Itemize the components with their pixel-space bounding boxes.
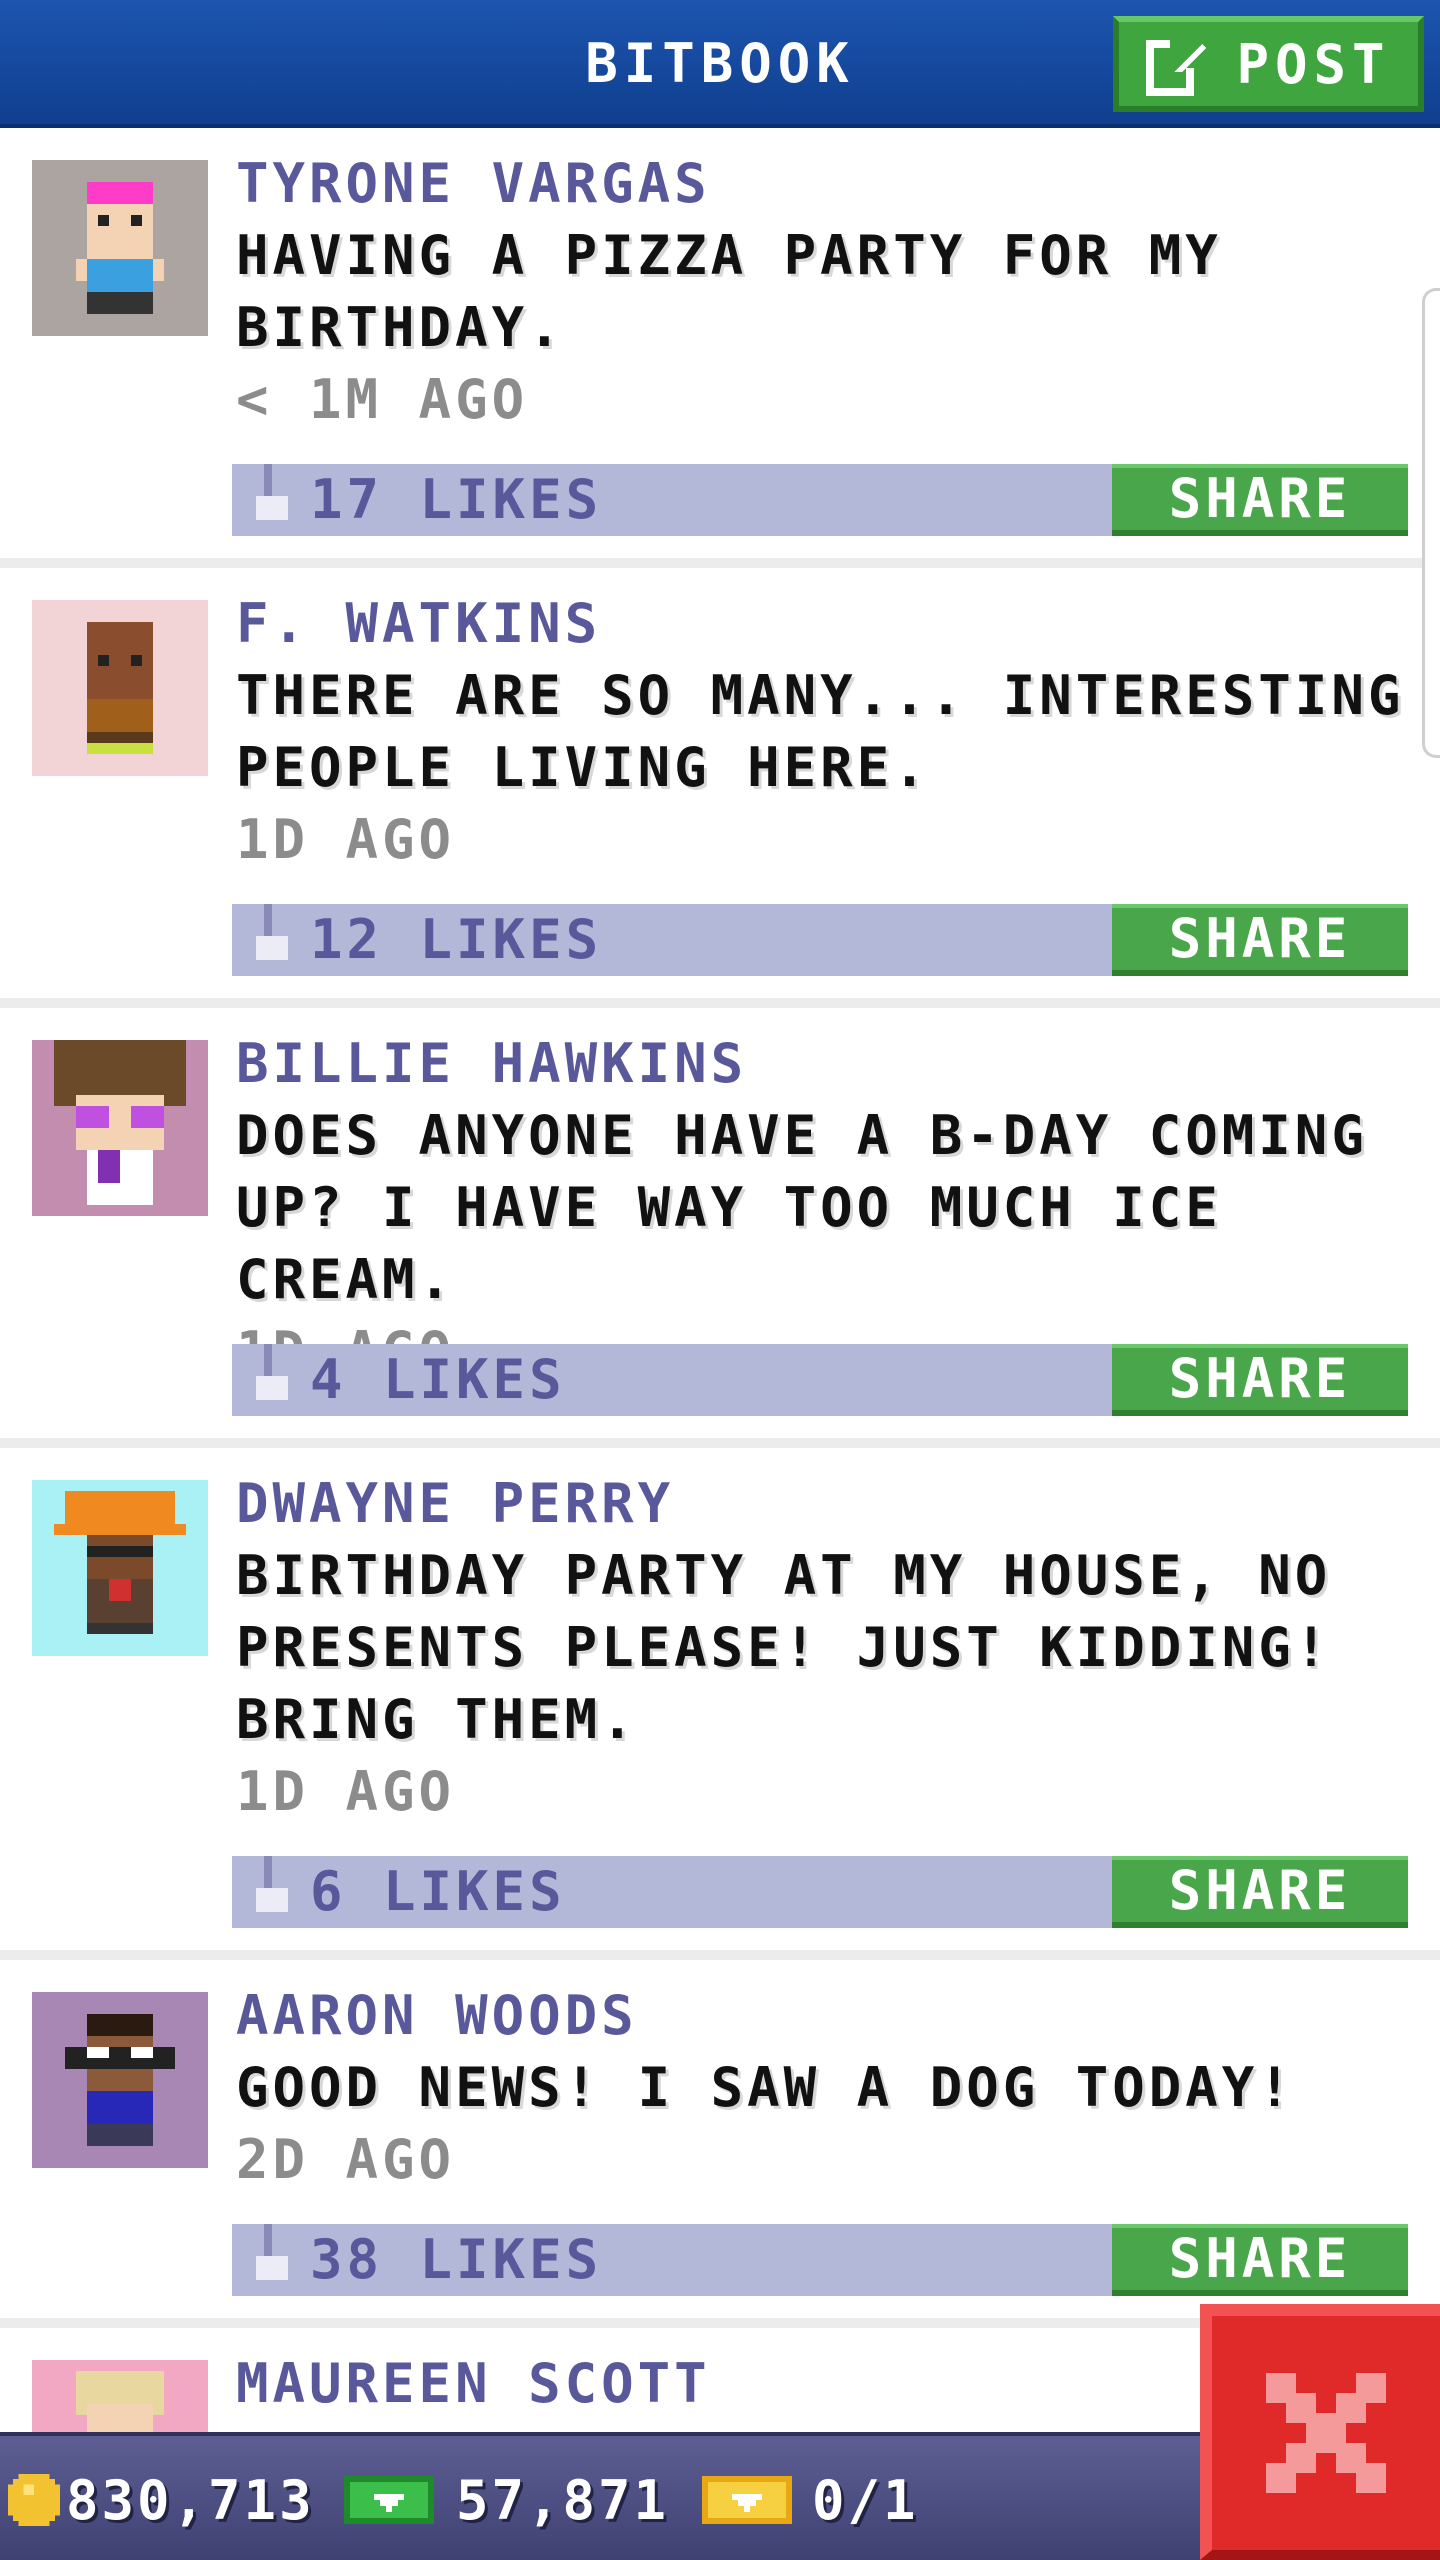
compose-icon — [1146, 36, 1207, 96]
post-timestamp: 2D AGO — [236, 2128, 456, 2191]
likes-count: 4 LIKES — [310, 1348, 566, 1411]
likes-bar[interactable]: 17 LIKES SHARE — [232, 464, 1408, 536]
likes-count: 38 LIKES — [310, 2228, 603, 2291]
feed-post: AARON WOODS GOOD NEWS! I SAW A DOG TODAY… — [0, 1960, 1440, 2328]
post-timestamp: 1D AGO — [236, 1760, 456, 1823]
post-message-line: BIRTHDAY. — [236, 296, 565, 359]
avatar[interactable] — [32, 600, 208, 776]
avatar-dwayne-perry — [32, 1480, 208, 1656]
tickets-stat: 0/1 — [702, 2436, 919, 2560]
bux-stat: 57,871 — [344, 2436, 669, 2560]
coins-value: 830,713 — [66, 2468, 315, 2532]
post-timestamp: 1D AGO — [236, 808, 456, 871]
thumbs-up-icon — [256, 2224, 288, 2280]
likes-bar[interactable]: 6 LIKES SHARE — [232, 1856, 1408, 1928]
post-content: TYRONE VARGAS HAVING A PIZZA PARTY FOR M… — [236, 148, 1420, 436]
coin-icon — [8, 2474, 60, 2526]
post-author[interactable]: BILLIE HAWKINS — [236, 1028, 1420, 1100]
avatar-tyrone-vargas — [32, 160, 208, 336]
feed-post: F. WATKINS THERE ARE SO MANY... INTEREST… — [0, 568, 1440, 1008]
share-button[interactable]: SHARE — [1112, 1344, 1408, 1416]
avatar[interactable] — [32, 1040, 208, 1216]
likes-count: 6 LIKES — [310, 1860, 566, 1923]
feed-post: BILLIE HAWKINS DOES ANYONE HAVE A B-DAY … — [0, 1008, 1440, 1448]
post-author[interactable]: TYRONE VARGAS — [236, 148, 1420, 220]
feed-post: TYRONE VARGAS HAVING A PIZZA PARTY FOR M… — [0, 128, 1440, 568]
close-button[interactable] — [1200, 2304, 1440, 2560]
bux-value: 57,871 — [456, 2468, 670, 2532]
likes-bar[interactable]: 4 LIKES SHARE — [232, 1344, 1408, 1416]
post-message-line: DOES ANYONE HAVE A B-DAY COMING — [236, 1104, 1368, 1167]
post-message-line: BRING THEM. — [236, 1688, 638, 1751]
post-content: F. WATKINS THERE ARE SO MANY... INTEREST… — [236, 588, 1420, 876]
bux-icon — [344, 2476, 434, 2524]
likes-bar[interactable]: 12 LIKES SHARE — [232, 904, 1408, 976]
avatar-billie-hawkins — [32, 1040, 208, 1216]
share-button[interactable]: SHARE — [1112, 904, 1408, 976]
likes-count: 12 LIKES — [310, 908, 603, 971]
share-button[interactable]: SHARE — [1112, 464, 1408, 536]
coins-stat: 830,713 — [8, 2436, 315, 2560]
share-button[interactable]: SHARE — [1112, 1856, 1408, 1928]
post-message-line: PRESENTS PLEASE! JUST KIDDING! — [236, 1616, 1332, 1679]
post-timestamp: < 1M AGO — [236, 368, 529, 431]
post-button-label: POST — [1236, 32, 1391, 96]
thumbs-up-icon — [256, 1344, 288, 1400]
close-icon — [1266, 2373, 1386, 2493]
tickets-value: 0/1 — [812, 2468, 919, 2532]
post-message-line: PEOPLE LIVING HERE. — [236, 736, 930, 799]
post-button[interactable]: POST — [1113, 16, 1424, 112]
post-author[interactable]: F. WATKINS — [236, 588, 1420, 660]
thumbs-up-icon — [256, 1856, 288, 1912]
post-author[interactable]: AARON WOODS — [236, 1980, 1420, 2052]
post-content: BILLIE HAWKINS DOES ANYONE HAVE A B-DAY … — [236, 1028, 1420, 1388]
ticket-icon — [702, 2476, 792, 2524]
thumbs-up-icon — [256, 464, 288, 520]
post-message-line: UP? I HAVE WAY TOO MUCH ICE CREAM. — [236, 1176, 1222, 1311]
post-message-line: GOOD NEWS! I SAW A DOG TODAY! — [236, 2056, 1295, 2119]
feed-post: DWAYNE PERRY BIRTHDAY PARTY AT MY HOUSE,… — [0, 1448, 1440, 1960]
share-button[interactable]: SHARE — [1112, 2224, 1408, 2296]
post-content: DWAYNE PERRY BIRTHDAY PARTY AT MY HOUSE,… — [236, 1468, 1420, 1828]
avatar[interactable] — [32, 160, 208, 336]
avatar-aaron-woods — [32, 1992, 208, 2168]
scrollbar[interactable] — [1422, 288, 1440, 758]
avatar[interactable] — [32, 1992, 208, 2168]
likes-count: 17 LIKES — [310, 468, 603, 531]
app-header: BITBOOK POST — [0, 0, 1440, 128]
post-message-line: BIRTHDAY PARTY AT MY HOUSE, NO — [236, 1544, 1332, 1607]
feed-list: TYRONE VARGAS HAVING A PIZZA PARTY FOR M… — [0, 128, 1440, 2448]
thumbs-up-icon — [256, 904, 288, 960]
avatar-f-watkins — [32, 600, 208, 776]
post-author[interactable]: DWAYNE PERRY — [236, 1468, 1420, 1540]
post-content: AARON WOODS GOOD NEWS! I SAW A DOG TODAY… — [236, 1980, 1420, 2196]
avatar[interactable] — [32, 1480, 208, 1656]
post-message-line: HAVING A PIZZA PARTY FOR MY — [236, 224, 1222, 287]
post-message-line: THERE ARE SO MANY... INTERESTING — [236, 664, 1405, 727]
likes-bar[interactable]: 38 LIKES SHARE — [232, 2224, 1408, 2296]
